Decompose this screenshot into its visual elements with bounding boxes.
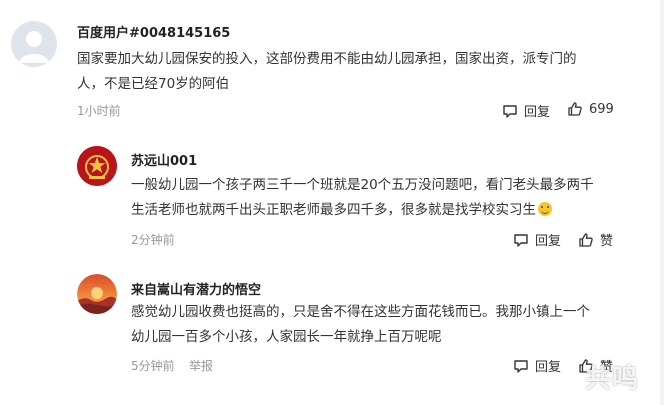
thumbs-up-icon [579, 232, 593, 247]
comment-text-line: 感觉幼儿园收费也挺高的，只是舍不得在这些方面花钱而已。我那小镇上一个 [131, 304, 590, 320]
timestamp: 5分钟前 [131, 359, 175, 373]
report-link[interactable]: 举报 [189, 357, 213, 374]
comment-text-line-text: 生活老师也就两千出头正职老师最多四千多，很多就是找学校实习生 [131, 202, 536, 218]
reply-label: 回复 [535, 360, 562, 375]
reply-button[interactable]: 回复 [513, 230, 561, 249]
reply-button[interactable]: 回复 [502, 101, 550, 120]
comment-icon [514, 359, 528, 373]
comment-text-line: 幼儿园一百多个小孩，人家园长一年就挣上百万呢呢 [131, 329, 442, 345]
like-button[interactable]: 赞 [578, 230, 613, 249]
username[interactable]: 百度用户#0048145165 [77, 22, 230, 41]
comment-text-line: 生活老师也就两千出头正职老师最多四千多，很多就是找学校实习生 [131, 198, 641, 223]
avatar[interactable] [77, 146, 117, 186]
comment-text-line: 人，不是已经70岁的阿伯 [77, 76, 230, 92]
like-button[interactable]: 699 [567, 101, 614, 117]
comment-text: 一般幼儿园一个孩子两三千一个班就是20个五万没问题吧，看门老头最多两千 生活老师… [131, 173, 641, 223]
username[interactable]: 苏远山001 [131, 150, 197, 169]
reply-label: 回复 [535, 234, 562, 249]
watermark: 共鸣 [585, 364, 640, 394]
sunset-avatar [77, 274, 117, 314]
timestamp: 2分钟前 [131, 233, 175, 247]
reply-button[interactable]: 回复 [513, 356, 561, 375]
comment-icon [514, 233, 528, 247]
comment-text-line: 国家要加大幼儿园保安的投入，这部份费用不能由幼儿园承担，国家出资，派专门的 [77, 51, 577, 67]
avatar[interactable] [11, 21, 57, 67]
like-count: 699 [589, 101, 614, 117]
timestamp: 1小时前 [77, 104, 121, 118]
smile-emoji-icon [538, 202, 552, 216]
red-emblem-avatar [77, 146, 117, 186]
comment-icon [503, 104, 517, 118]
reply-label: 回复 [524, 105, 551, 120]
comment-text: 国家要加大幼儿园保安的投入，这部份费用不能由幼儿园承担，国家出资，派专门的 人，… [77, 47, 637, 97]
username[interactable]: 来自嵩山有潜力的悟空 [131, 279, 261, 298]
avatar[interactable] [77, 274, 117, 314]
thumbs-up-icon [568, 102, 582, 116]
like-label: 赞 [600, 234, 614, 249]
default-user-icon [19, 31, 49, 63]
comment-text-line: 一般幼儿园一个孩子两三千一个班就是20个五万没问题吧，看门老头最多两千 [131, 177, 594, 193]
scrollbar-track[interactable] [660, 0, 664, 405]
comment-text: 感觉幼儿园收费也挺高的，只是舍不得在这些方面花钱而已。我那小镇上一个 幼儿园一百… [131, 300, 641, 350]
